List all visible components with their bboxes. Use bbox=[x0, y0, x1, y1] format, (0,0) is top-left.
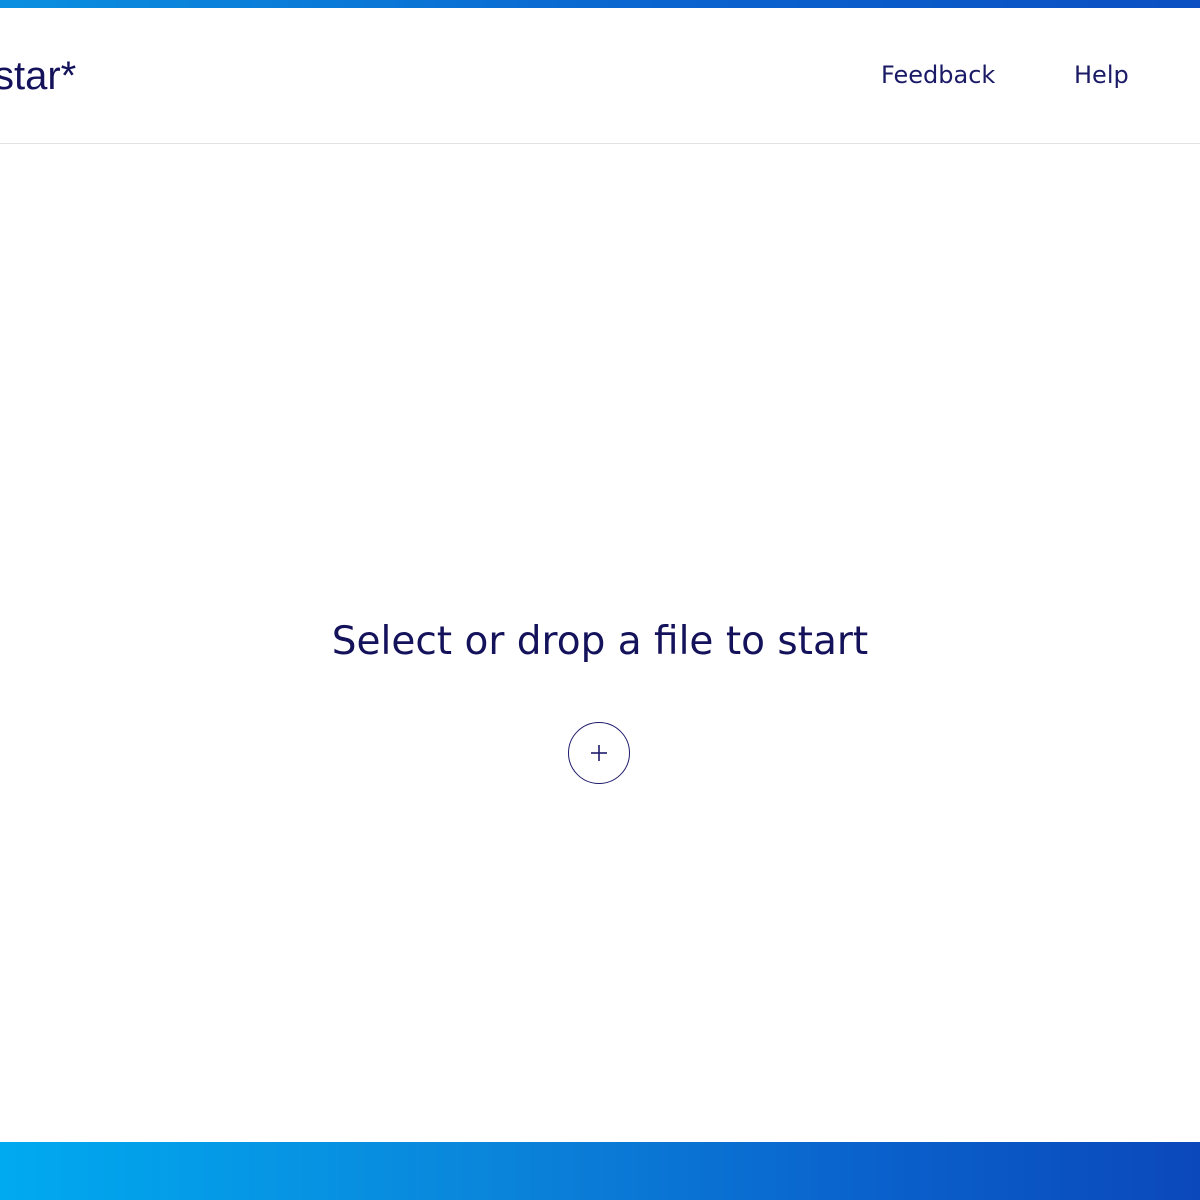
file-drop-zone[interactable]: Select or drop a file to start bbox=[0, 145, 1200, 1142]
feedback-link[interactable]: Feedback bbox=[881, 60, 995, 90]
app-window: star* Feedback Help Select or drop a fil… bbox=[0, 0, 1200, 1200]
top-accent-bar bbox=[0, 0, 1200, 8]
add-file-button[interactable] bbox=[568, 722, 630, 784]
footer-accent-bar bbox=[0, 1142, 1200, 1200]
help-link[interactable]: Help bbox=[1074, 60, 1129, 90]
brand-logo[interactable]: star* bbox=[0, 52, 76, 100]
header: star* Feedback Help bbox=[0, 8, 1200, 144]
plus-icon bbox=[591, 745, 607, 761]
drop-prompt-text: Select or drop a file to start bbox=[331, 619, 869, 664]
